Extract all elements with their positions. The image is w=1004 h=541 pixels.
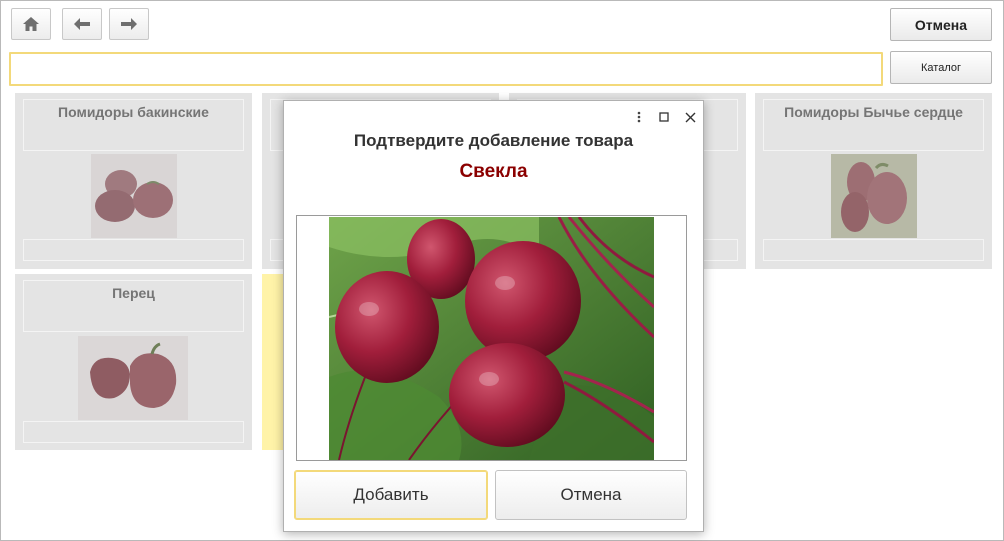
add-button-label: Добавить <box>353 485 429 504</box>
product-tile[interactable]: Помидоры Бычье сердце <box>755 93 992 269</box>
arrow-right-icon <box>121 18 137 30</box>
search-input[interactable] <box>9 52 883 86</box>
dialog-cancel-button[interactable]: Отмена <box>495 470 687 520</box>
catalog-button[interactable]: Каталог <box>890 51 992 84</box>
arrow-left-icon <box>74 18 90 30</box>
maximize-icon[interactable] <box>655 108 673 126</box>
dialog-title: Подтвердите добавление товара <box>353 131 634 150</box>
catalog-button-label: Каталог <box>921 61 961 74</box>
more-vertical-icon[interactable] <box>630 108 648 126</box>
item-name: Свекла <box>459 161 528 182</box>
product-tile-title: Помидоры бакинские <box>23 99 244 151</box>
home-icon <box>23 17 39 31</box>
app-window: Отмена Каталог Помидоры бакинские Помидо… <box>0 0 1004 541</box>
home-button[interactable] <box>11 8 51 40</box>
product-tile-footer <box>23 239 244 261</box>
product-tile-footer <box>763 239 984 261</box>
product-tile-title: Помидоры Бычье сердце <box>763 99 984 151</box>
product-image-frame <box>296 215 687 461</box>
back-button[interactable] <box>62 8 102 40</box>
product-tile-footer <box>23 421 244 443</box>
cancel-button[interactable]: Отмена <box>890 8 992 41</box>
product-tile-title: Перец <box>23 280 244 332</box>
cancel-button-label: Отмена <box>914 16 968 33</box>
confirm-dialog: Подтвердите добавление товара Свекла Доб… <box>283 100 704 532</box>
product-tile[interactable]: Помидоры бакинские <box>15 93 252 269</box>
beet-image <box>329 217 654 460</box>
product-image <box>78 336 188 420</box>
product-image <box>91 154 177 238</box>
close-icon[interactable] <box>681 108 699 126</box>
product-image <box>831 154 917 238</box>
product-tile[interactable]: Перец <box>15 274 252 450</box>
forward-button[interactable] <box>109 8 149 40</box>
add-button[interactable]: Добавить <box>294 470 488 520</box>
dialog-cancel-button-label: Отмена <box>560 485 622 504</box>
